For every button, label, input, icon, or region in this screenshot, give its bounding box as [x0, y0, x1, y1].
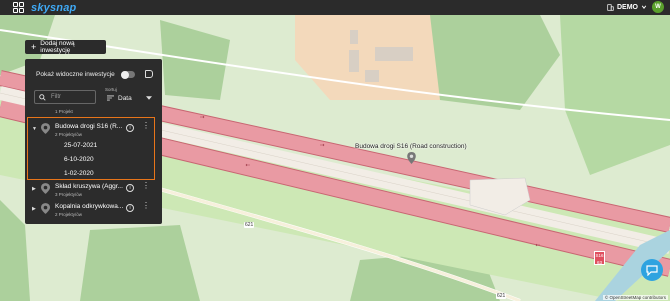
logo-mark-icon: [13, 1, 27, 14]
add-investment-label: Dodaj nową inwestycję: [40, 40, 75, 54]
list-item-subtitle: 1 Projekt: [55, 109, 73, 114]
location-pin-icon: [41, 203, 50, 214]
chat-bubble-icon: [646, 264, 658, 276]
more-vertical-icon[interactable]: ⋮: [142, 182, 150, 190]
add-investment-button[interactable]: + Dodaj nową inwestycję: [25, 40, 106, 54]
expressway-shield: S16 63: [594, 251, 605, 265]
map-attribution[interactable]: © OpenStreetMap contributors: [602, 295, 668, 300]
plus-icon: +: [31, 41, 37, 52]
chevron-right-icon[interactable]: ▶: [32, 206, 36, 212]
show-visible-toggle[interactable]: [121, 70, 135, 79]
investment-projects-count: 2 Projekty/ów: [55, 212, 83, 217]
caret-down-icon: [145, 96, 152, 100]
road-number-label: 621: [244, 222, 255, 228]
investment-projects-count: 3 Projekty/ów: [55, 192, 83, 197]
filter-placeholder: Filtr: [51, 94, 61, 100]
brand-name: skysnap: [31, 1, 77, 14]
building-icon: [607, 3, 614, 11]
more-vertical-icon[interactable]: ⋮: [142, 202, 150, 210]
info-icon[interactable]: i: [126, 204, 134, 212]
user-avatar[interactable]: W: [652, 1, 664, 13]
location-pin-icon: [41, 183, 50, 194]
investment-name: Kopalnia odkrywkowa...: [55, 203, 124, 210]
sort-label: Sortuj: [105, 87, 117, 92]
list-item[interactable]: ▶ Skład kruszywa (Aggr... 3 Projekty/ów …: [25, 180, 162, 200]
workspace-name: DEMO: [617, 3, 638, 11]
sort-icon: [107, 95, 114, 101]
list-item[interactable]: ▶ Kopalnia odkrywkowa... 2 Projekty/ów i…: [25, 200, 162, 220]
chat-button[interactable]: [641, 259, 663, 281]
brand-logo[interactable]: skysnap: [13, 1, 77, 14]
tag-icon[interactable]: [145, 70, 153, 78]
sort-select[interactable]: Data: [107, 93, 155, 103]
map-marker-pin-icon[interactable]: [407, 152, 416, 164]
show-visible-label: Pokaż widoczne inwestycje: [36, 71, 115, 78]
investment-name: Skład kruszywa (Aggr...: [55, 183, 123, 190]
sort-value: Data: [118, 94, 132, 102]
info-icon[interactable]: i: [126, 184, 134, 192]
workspace-switcher[interactable]: DEMO: [607, 4, 647, 11]
top-bar: skysnap DEMO W: [0, 0, 670, 15]
search-icon: [39, 93, 46, 101]
chevron-down-icon: [641, 5, 647, 9]
road-number-label: 621: [496, 293, 507, 299]
chevron-right-icon[interactable]: ▶: [32, 186, 36, 192]
expanded-item-highlight: [27, 117, 155, 180]
filter-input[interactable]: Filtr: [34, 90, 96, 104]
map-marker-label[interactable]: Budowa drogi S16 (Road construction): [355, 143, 467, 150]
